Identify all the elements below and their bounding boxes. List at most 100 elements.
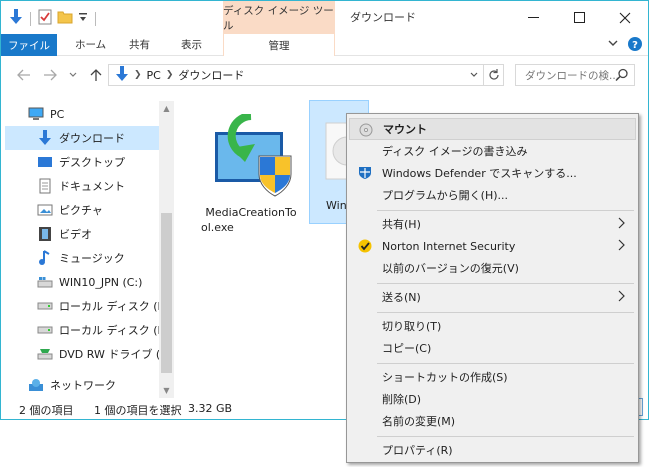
tab-share[interactable]: 共有: [129, 34, 150, 56]
drive-icon: [37, 298, 53, 314]
nav-item-documents[interactable]: ドキュメント: [37, 174, 125, 198]
desktop-icon: [37, 154, 53, 170]
menu-item-label: プロパティ(R): [382, 444, 453, 457]
menu-separator: [377, 363, 634, 364]
menu-separator: [377, 210, 634, 211]
ribbon-tabs: ファイル ホーム 共有 表示 管理 ?: [1, 34, 648, 56]
window-title: ダウンロード: [350, 11, 416, 24]
nav-item-pc[interactable]: PC: [28, 102, 158, 126]
menu-item-label: コピー(C): [382, 342, 432, 355]
quick-access-toolbar: [9, 9, 98, 28]
nav-item-label: DVD RW ドライブ (F:): [59, 348, 174, 361]
close-button[interactable]: [602, 1, 648, 34]
dvd-drive-icon: [37, 346, 53, 362]
nav-item-drive-e[interactable]: ローカル ディスク (E:): [37, 318, 172, 342]
menu-item-properties[interactable]: プロパティ(R): [349, 439, 636, 461]
menu-separator: [377, 436, 634, 437]
nav-item-drive-d[interactable]: ローカル ディスク (D:): [37, 294, 174, 318]
menu-item-rename[interactable]: 名前の変更(M): [349, 410, 636, 432]
document-icon: [37, 178, 53, 194]
nav-item-videos[interactable]: ビデオ: [37, 222, 92, 246]
nav-item-drive-c[interactable]: WIN10_JPN (C:): [37, 270, 142, 294]
file-item[interactable]: MediaCreationTo ol.exe: [201, 104, 301, 234]
menu-item-burn[interactable]: ディスク イメージの書き込み: [349, 140, 636, 162]
nav-item-label: ネットワーク: [50, 379, 116, 392]
menu-item-norton[interactable]: Norton Internet Security: [349, 235, 636, 257]
menu-item-label: 以前のバージョンの復元(V): [382, 262, 519, 275]
status-size: 3.32 GB: [188, 402, 233, 415]
tab-home[interactable]: ホーム: [75, 34, 106, 56]
submenu-arrow-icon: [618, 239, 626, 254]
nav-item-music[interactable]: ミュージック: [37, 246, 125, 270]
back-button[interactable]: [15, 66, 33, 84]
forward-button[interactable]: [41, 66, 59, 84]
tab-view[interactable]: 表示: [181, 34, 202, 56]
tab-manage[interactable]: 管理: [223, 34, 335, 56]
scrollbar-thumb[interactable]: [161, 213, 172, 373]
nav-item-dvd-f[interactable]: DVD RW ドライブ (F:): [37, 342, 174, 366]
drive-icon: [37, 322, 53, 338]
menu-item-restore-versions[interactable]: 以前のバージョンの復元(V): [349, 257, 636, 279]
nav-item-label: ビデオ: [59, 228, 92, 241]
menu-item-share[interactable]: 共有(H): [349, 213, 636, 235]
scroll-down-icon[interactable]: ▼: [159, 383, 174, 398]
scroll-up-icon[interactable]: ▲: [159, 101, 174, 116]
search-icon[interactable]: [615, 68, 629, 85]
recent-locations-button[interactable]: [64, 66, 82, 84]
properties-check-icon[interactable]: [38, 9, 52, 28]
download-icon: [37, 130, 53, 146]
nav-item-label: ミュージック: [59, 252, 125, 265]
menu-item-open-with[interactable]: プログラムから開く(H)...: [349, 184, 636, 206]
title-bar: ディスク イメージ ツール ダウンロード: [1, 1, 648, 34]
file-name-line-2: ol.exe: [201, 221, 234, 234]
expand-ribbon-icon[interactable]: [607, 37, 619, 52]
nav-item-label: ローカル ディスク (E:): [59, 324, 173, 337]
menu-item-copy[interactable]: コピー(C): [349, 337, 636, 359]
nav-item-desktop[interactable]: デスクトップ: [37, 150, 125, 174]
nav-item-label: ドキュメント: [59, 180, 125, 193]
music-icon: [37, 250, 53, 266]
up-button[interactable]: [87, 66, 105, 84]
breadcrumb-separator-icon[interactable]: ❯: [166, 70, 174, 80]
address-bar[interactable]: ❯ PC ❯ ダウンロード: [108, 64, 504, 86]
context-menu: マウント ディスク イメージの書き込み Windows Defender でスキ…: [346, 113, 639, 463]
tab-file[interactable]: ファイル: [1, 34, 57, 56]
menu-separator: [377, 312, 634, 313]
maximize-button[interactable]: [556, 1, 602, 34]
nav-item-downloads[interactable]: ダウンロード: [5, 126, 159, 150]
address-dropdown-icon[interactable]: [469, 70, 479, 83]
pictures-icon: [37, 202, 53, 218]
nav-item-label: ダウンロード: [59, 132, 125, 145]
menu-item-delete[interactable]: 削除(D): [349, 388, 636, 410]
menu-item-label: ディスク イメージの書き込み: [382, 145, 528, 158]
menu-item-cut[interactable]: 切り取り(T): [349, 315, 636, 337]
nav-item-label: デスクトップ: [59, 156, 125, 169]
file-name: Win: [326, 199, 347, 212]
breadcrumb-pc[interactable]: PC: [147, 69, 161, 82]
breadcrumb-separator-icon[interactable]: ❯: [134, 70, 142, 80]
menu-item-defender-scan[interactable]: Windows Defender でスキャンする...: [349, 162, 636, 184]
nav-item-pictures[interactable]: ピクチャ: [37, 198, 103, 222]
menu-item-label: 共有(H): [382, 218, 421, 231]
file-name-line-1: MediaCreationTo: [205, 206, 297, 219]
status-item-count: 2 個の項目: [19, 404, 74, 417]
submenu-arrow-icon: [618, 217, 626, 232]
menu-item-label: 名前の変更(M): [382, 415, 456, 428]
search-input[interactable]: ダウンロードの検...: [515, 64, 635, 86]
network-icon: [28, 377, 44, 393]
menu-separator: [377, 283, 634, 284]
download-folder-icon: [9, 9, 23, 28]
menu-item-label: 削除(D): [382, 393, 422, 406]
customize-toolbar-icon[interactable]: [78, 11, 88, 26]
menu-item-mount[interactable]: マウント: [349, 118, 636, 140]
menu-item-create-shortcut[interactable]: ショートカットの作成(S): [349, 366, 636, 388]
nav-item-network[interactable]: ネットワーク: [28, 373, 116, 397]
breadcrumb-downloads[interactable]: ダウンロード: [178, 67, 244, 83]
nav-scrollbar[interactable]: ▲ ▼: [159, 101, 174, 398]
new-folder-icon[interactable]: [57, 10, 73, 27]
address-row: ❯ PC ❯ ダウンロード ダウンロードの検...: [1, 57, 648, 93]
minimize-button[interactable]: [510, 1, 556, 34]
help-icon[interactable]: ?: [628, 37, 642, 54]
refresh-icon[interactable]: [483, 65, 503, 85]
menu-item-send-to[interactable]: 送る(N): [349, 286, 636, 308]
